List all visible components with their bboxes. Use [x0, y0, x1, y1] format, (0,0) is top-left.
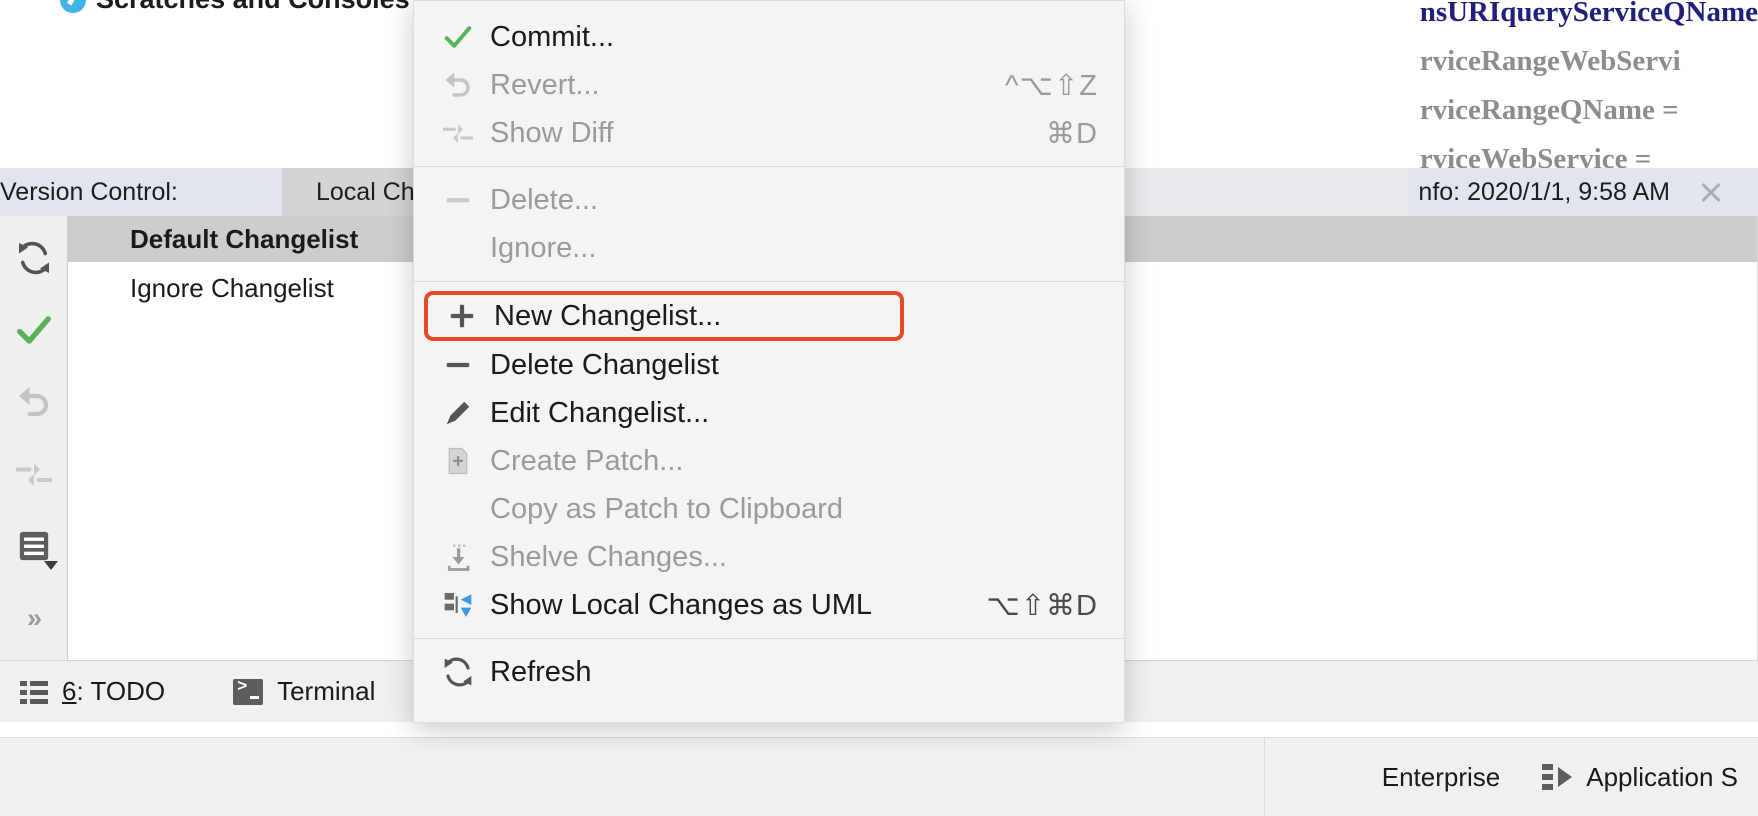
menu-item-label: Refresh	[490, 655, 592, 688]
menu-item-label: Ignore...	[490, 231, 597, 264]
menu-item-label: Edit Changelist...	[490, 396, 710, 429]
menu-item-label: New Changelist...	[494, 299, 722, 332]
menu-bottom-padding	[414, 696, 1124, 710]
scratch-file-icon	[60, 0, 86, 13]
refresh-icon	[436, 653, 480, 691]
show-diff-button[interactable]	[8, 448, 60, 500]
application-servers-label: Application S	[1586, 761, 1738, 792]
menu-item-copy-as-patch-to-clipboard[interactable]: Copy as Patch to Clipboard	[414, 485, 1124, 533]
menu-item-shortcut: ⌘D	[1046, 117, 1098, 150]
todo-list-icon	[20, 680, 48, 704]
expand-toolbar-button[interactable]: »	[27, 603, 42, 634]
status-bar: Enterprise Application S	[0, 738, 1758, 816]
menu-item-label: Revert...	[490, 68, 600, 101]
context-menu[interactable]: Commit... Revert... ^⌥⇧Z Show Diff ⌘D De…	[413, 0, 1125, 723]
menu-item-label: Delete...	[490, 183, 598, 216]
code-snippet: nsURIqueryServiceQName rviceRangeWebServ…	[1420, 0, 1758, 184]
menu-top-padding	[414, 1, 1124, 13]
changelist-row-label: Ignore Changelist	[130, 272, 334, 303]
panel-title-label: Version Control:	[0, 177, 178, 206]
commit-button[interactable]	[8, 304, 60, 356]
todo-shortcut-number: 6	[62, 676, 77, 706]
list-group-icon	[19, 531, 48, 561]
menu-item-label: Shelve Changes...	[490, 540, 727, 573]
menu-separator	[414, 166, 1124, 167]
menu-item-label: Show Diff	[490, 116, 614, 149]
project-node-label: Scratches and Consoles	[96, 0, 410, 15]
menu-item-show-diff[interactable]: Show Diff ⌘D	[414, 109, 1124, 157]
strip-button-todo[interactable]: 6: TODO	[20, 676, 165, 707]
uml-diagram-icon	[436, 586, 480, 624]
menu-separator	[414, 638, 1124, 639]
plus-icon	[440, 297, 484, 335]
pencil-icon	[436, 394, 480, 432]
tab-info[interactable]: nfo: 2020/1/1, 9:58 AM	[1408, 168, 1758, 216]
checkmark-icon	[16, 316, 51, 344]
version-control-toolbar: »	[0, 216, 68, 660]
chevron-down-icon	[43, 561, 58, 570]
close-icon[interactable]	[1698, 179, 1724, 205]
tab-local-changes-label: Local Ch	[316, 177, 415, 206]
terminal-label: Terminal	[277, 676, 376, 706]
tab-info-label: nfo: 2020/1/1, 9:58 AM	[1418, 177, 1670, 206]
checkmark-icon	[436, 18, 480, 56]
menu-item-label: Copy as Patch to Clipboard	[490, 492, 844, 525]
undo-arrow-icon	[18, 387, 48, 417]
menu-item-new-changelist[interactable]: New Changelist...	[424, 291, 904, 341]
rollback-button[interactable]	[8, 376, 60, 428]
status-item-application-servers[interactable]: Application S	[1542, 762, 1738, 793]
refresh-button[interactable]	[8, 232, 60, 284]
menu-item-delete[interactable]: Delete...	[414, 176, 1124, 224]
menu-item-label: Create Patch...	[490, 444, 684, 477]
group-by-button[interactable]	[8, 520, 60, 572]
minus-icon	[436, 346, 480, 384]
refresh-icon	[18, 241, 49, 275]
project-tree-node[interactable]: Scratches and Consoles	[60, 0, 410, 15]
menu-item-ignore[interactable]: Ignore...	[414, 224, 1124, 272]
menu-separator	[414, 281, 1124, 282]
menu-item-show-local-changes-as-uml[interactable]: Show Local Changes as UML ⌥⇧⌘D	[414, 581, 1124, 629]
diff-arrows-icon	[436, 114, 480, 152]
minus-icon	[436, 181, 480, 219]
status-bar-divider	[1264, 738, 1265, 816]
menu-item-refresh[interactable]: Refresh	[414, 648, 1124, 696]
code-line: rviceRangeQName =	[1419, 94, 1679, 126]
status-item-enterprise[interactable]: Enterprise	[1382, 762, 1501, 793]
code-line: nsURIqueryServiceQName	[1419, 0, 1758, 28]
menu-item-edit-changelist[interactable]: Edit Changelist...	[414, 389, 1124, 437]
no-icon	[436, 490, 480, 528]
menu-item-label: Delete Changelist	[490, 348, 719, 381]
patch-icon	[436, 442, 480, 480]
menu-item-delete-changelist[interactable]: Delete Changelist	[414, 341, 1124, 389]
enterprise-label: Enterprise	[1381, 761, 1501, 792]
diff-arrows-icon	[15, 463, 52, 486]
todo-label: TODO	[90, 676, 166, 706]
shelve-icon	[436, 538, 480, 576]
code-line: rviceRangeWebServi	[1419, 45, 1681, 77]
menu-item-create-patch[interactable]: Create Patch...	[414, 437, 1124, 485]
menu-item-label: Show Local Changes as UML	[490, 588, 873, 621]
terminal-icon	[233, 678, 264, 705]
menu-item-shortcut: ^⌥⇧Z	[1004, 69, 1098, 102]
menu-item-shortcut: ⌥⇧⌘D	[986, 589, 1098, 622]
no-icon	[436, 229, 480, 267]
menu-item-shelve-changes[interactable]: Shelve Changes...	[414, 533, 1124, 581]
app-server-icon	[1542, 764, 1573, 790]
version-control-panel-title: Version Control:	[0, 168, 282, 216]
editor-gap	[0, 722, 1758, 738]
changelist-header-label: Default Changelist	[130, 223, 359, 254]
strip-button-terminal[interactable]: Terminal	[233, 676, 375, 707]
menu-item-revert[interactable]: Revert... ^⌥⇧Z	[414, 61, 1124, 109]
menu-item-label: Commit...	[490, 20, 615, 53]
todo-separator: :	[76, 676, 91, 706]
undo-arrow-icon	[436, 66, 480, 104]
menu-item-commit[interactable]: Commit...	[414, 13, 1124, 61]
